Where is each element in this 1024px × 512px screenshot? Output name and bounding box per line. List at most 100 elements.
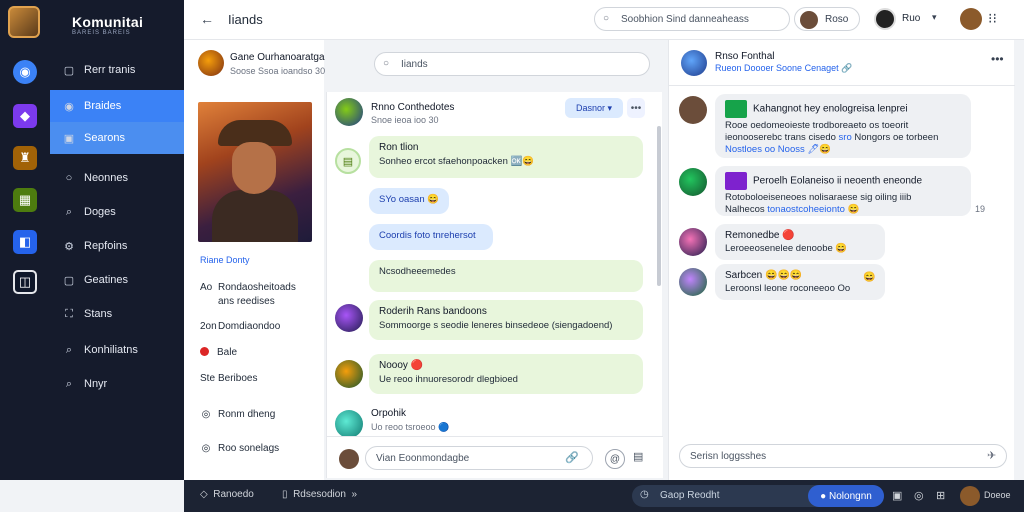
status-bar[interactable]: ◷ Gaop Reodht ● Nolongnn — [632, 485, 884, 507]
avatar — [874, 8, 896, 30]
group-info-panel: Gane Ourhanoaratga Soose Ssoa ioandso 30… — [184, 40, 325, 480]
settings-icon: ◇ — [200, 489, 208, 500]
group-row[interactable]: Ao Rondaosheitoads — [200, 282, 296, 293]
apps-grid-icon[interactable]: ⁝⁝ — [988, 10, 997, 27]
mention-icon[interactable]: @ — [605, 449, 625, 469]
sidebar-item-label: Searons — [84, 132, 125, 144]
thread-search-text: Iiands — [401, 59, 428, 70]
sidebar-item-7[interactable]: ⛶ Stans — [50, 298, 184, 330]
chat-icon: ◉ — [64, 100, 74, 113]
group-row[interactable]: 2onDomdiaondoo — [200, 321, 280, 332]
avatar — [339, 449, 359, 469]
square-icon: ▢ — [63, 274, 75, 287]
group-row[interactable]: ans reedises — [200, 296, 275, 307]
user-chip[interactable]: Roso — [794, 7, 860, 31]
bottom-link-1[interactable]: ◇ Ranoedo — [200, 489, 254, 500]
sidebar-item-1[interactable]: ◉ Braides — [50, 90, 184, 122]
chat-message[interactable]: Kahangnot hey enologreisa lenprei Rooe o… — [715, 94, 971, 158]
camera-icon[interactable]: ◫ — [13, 270, 37, 294]
status-text: Gaop Reodht — [660, 490, 720, 501]
emoji-icon[interactable]: ▤ — [633, 450, 643, 463]
avatar[interactable] — [960, 8, 982, 30]
group-row[interactable]: ◎ Ronm dheng — [200, 409, 276, 420]
chat-message[interactable]: Remonedbe 🔴 Leroeeosenelee denoobe 😄 — [715, 224, 885, 260]
group-row[interactable]: Bale — [200, 347, 237, 358]
group-link[interactable]: Riane Donty — [200, 255, 250, 265]
expand-icon: ⛶ — [65, 307, 73, 320]
message-author: Orpohik — [371, 408, 407, 419]
live-button[interactable]: ● Nolongnn — [808, 485, 884, 507]
search-icon: ⌕ — [65, 377, 73, 390]
block-icon[interactable]: ▦ — [13, 188, 37, 212]
message-bubble[interactable]: Noooy 🔴 Ue reoo ihnuoresorodr dlegbioed — [369, 354, 643, 394]
sidebar-item-5[interactable]: ⚙ Repfoins — [50, 230, 184, 262]
message-bubble[interactable]: Ron tlion Sonheo ercot sfaehonpoacken 🆗😄 — [369, 136, 643, 178]
scrollbar[interactable] — [657, 126, 661, 286]
search-text: Soobhion Sind danneaheass — [621, 14, 749, 25]
sidebar-item-label: Braides — [84, 100, 122, 112]
radio-icon: ◎ — [201, 409, 211, 420]
chat-message[interactable]: Sarbcen 😄😄😄 Leroonsl leone roconeeoo Oo — [715, 264, 885, 300]
bottom-link-2[interactable]: ▯ Rdsesodion » — [282, 489, 357, 500]
search-input[interactable]: ○ Soobhion Sind danneaheass — [594, 7, 790, 31]
more-icon[interactable]: ••• — [991, 52, 1004, 66]
thread-panel: Rnno Conthedotes Snoe ieoa ioo 30 Dasnor… — [326, 92, 663, 478]
chat-input[interactable]: Serisn loggsshes — [679, 444, 1007, 468]
avatar — [335, 410, 363, 438]
glasses-icon[interactable]: ◎ — [914, 489, 924, 502]
thumbnail — [725, 100, 747, 118]
sidebar-item-label: Rerr tranis — [84, 64, 136, 76]
sidebar-item-label: Neonnes — [84, 172, 129, 184]
message-bubble[interactable]: Ncsodheeemedes — [369, 260, 643, 292]
info-icon: ▯ — [282, 489, 288, 500]
radio-icon: ◎ — [201, 443, 211, 454]
thread-search-input[interactable]: ○ Iiands — [374, 52, 650, 76]
chat-panel: Rnso Fonthal Rueon Doooer Soone Cenaget … — [668, 40, 1015, 480]
document-icon[interactable]: ▣ — [892, 489, 902, 502]
sidebar-item-0[interactable]: ▢ Rerr tranis — [50, 54, 184, 86]
character-icon[interactable]: ♜ — [13, 146, 37, 170]
grid-icon[interactable]: ⊞ — [936, 489, 945, 502]
brand-logo-icon — [8, 6, 40, 38]
sidebar-item-4[interactable]: ⌕ Doges — [50, 196, 184, 228]
message-bubble[interactable]: Roderih Rans bandoons Sommoorge s seodie… — [369, 300, 643, 340]
chat-subtitle[interactable]: Rueon Doooer Soone Cenaget 🔗 — [715, 63, 852, 74]
bottom-user-name: Doeoe — [984, 490, 1011, 500]
chat-title: Rnso Fonthal — [715, 51, 775, 62]
sidebar-item-9[interactable]: ⌕ Nnyr — [50, 368, 184, 400]
chat-header: Rnso Fonthal Rueon Doooer Soone Cenaget … — [669, 40, 1015, 86]
box-icon[interactable]: ◧ — [13, 230, 37, 254]
search-icon: ○ — [383, 58, 390, 69]
group-header: Gane Ourhanoaratga Soose Ssoa ioandso 30 — [184, 40, 325, 88]
chat-message[interactable]: Peroelh Eolaneiso ii neoenth eneonde Rot… — [715, 166, 971, 216]
thread-composer: Vian Eoonmondagbe 🔗 @ ▤ — [327, 436, 663, 478]
planet-icon[interactable]: ◉ — [13, 60, 37, 84]
message-bubble[interactable]: SYo oasan 😄 — [369, 188, 449, 214]
cube-icon[interactable]: ◆ — [13, 104, 37, 128]
user-chip-label: Roso — [825, 14, 849, 25]
more-icon[interactable]: ••• — [627, 98, 645, 118]
thumbnail — [725, 172, 747, 190]
reaction-icon[interactable]: 😄 — [863, 272, 875, 283]
attach-icon[interactable]: 🔗 — [565, 451, 579, 464]
back-arrow-icon[interactable]: ← — [200, 11, 214, 27]
avatar — [335, 98, 363, 126]
search-icon: ○ — [603, 13, 610, 24]
sidebar-item-3[interactable]: ○ Neonnes — [50, 162, 184, 194]
top-bar: ← Iiands ○ Soobhion Sind danneaheass Ros… — [184, 0, 1024, 40]
avatar[interactable] — [960, 486, 980, 506]
avatar — [198, 50, 224, 76]
thread-action-button[interactable]: Dasnor ▾ — [565, 98, 623, 118]
sidebar-item-6[interactable]: ▢ Geatines — [50, 264, 184, 296]
message-input[interactable]: Vian Eoonmondagbe — [365, 446, 593, 470]
server-icon: ▣ — [63, 132, 75, 145]
sidebar-item-8[interactable]: ⌕ Konhiliatns — [50, 334, 184, 366]
group-row[interactable]: Ste Beriboes — [200, 373, 257, 384]
bottom-bar: ◇ Ranoedo ▯ Rdsesodion » ◷ Gaop Reodht ●… — [184, 480, 1024, 512]
group-row[interactable]: ◎ Roo sonelags — [200, 443, 280, 454]
message-bubble[interactable]: Coordis foto tnrehersot — [369, 224, 493, 250]
sidebar-item-2[interactable]: ▣ Searons — [50, 122, 184, 154]
send-icon[interactable]: ✈ — [987, 449, 996, 462]
thread-header-sub: Snoe ieoa ioo 30 — [371, 115, 439, 125]
avatar — [679, 96, 707, 124]
